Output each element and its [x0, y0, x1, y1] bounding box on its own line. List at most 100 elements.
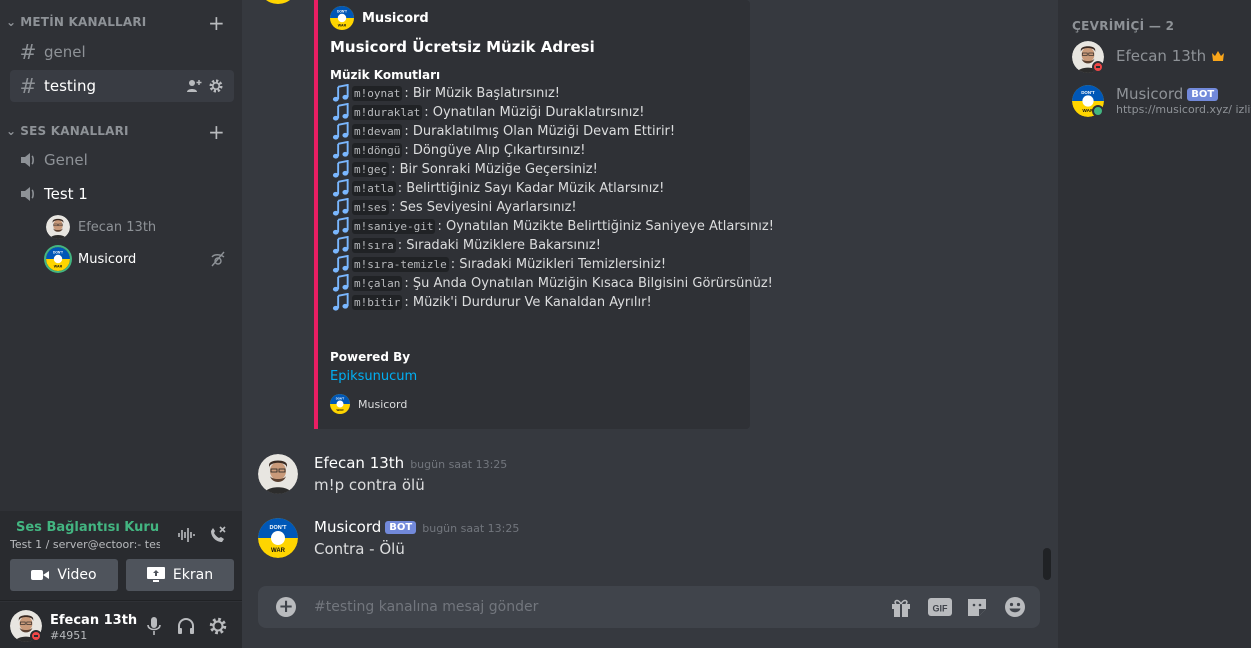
message-timestamp: bugün saat 13:25 [422, 522, 520, 535]
member-activity: https://musicord.xyz/ izliy [1116, 103, 1251, 116]
gear-icon[interactable] [208, 78, 224, 94]
screen-share-button[interactable]: Ekran [126, 559, 234, 591]
command-description: : Bir Müzik Başlatırsınız! [404, 86, 560, 101]
speaker-icon [18, 184, 38, 204]
embed-title: Musicord Ücretsiz Müzik Adresi [330, 38, 595, 56]
music-note-icon [330, 274, 352, 293]
message-text: Contra - Ölü [314, 540, 405, 558]
bot-avatar[interactable] [258, 0, 298, 4]
command-line: m!atla: Belirttiğiniz Sayı Kadar Müzik A… [330, 179, 774, 198]
sticker-icon[interactable] [966, 596, 988, 618]
speaker-icon [18, 150, 38, 170]
command-code: m!atla [352, 181, 396, 196]
music-note-icon [330, 122, 352, 141]
music-note-icon [330, 179, 352, 198]
disconnect-icon[interactable] [208, 525, 228, 545]
video-button[interactable]: Video [10, 559, 118, 591]
chevron-down-icon: ⌄ [6, 15, 17, 29]
dnd-status-icon [1092, 61, 1104, 73]
command-code: m!duraklat [352, 105, 423, 120]
voice-channel-test-1[interactable]: Test 1 [10, 178, 234, 210]
channel-genel[interactable]: # genel [10, 36, 234, 68]
online-header: ÇEVRİMİÇİ — 2 [1072, 19, 1175, 33]
add-channel-icon[interactable]: + [208, 11, 225, 35]
add-channel-icon[interactable]: + [208, 120, 225, 144]
embed-author-avatar [330, 6, 354, 30]
command-description: : Oynatılan Müziği Duraklatırsınız! [424, 105, 645, 120]
channel-testing[interactable]: # testing [10, 70, 234, 102]
member-list: ÇEVRİMİÇİ — 2 Efecan 13th Musicord BOT ht… [1058, 0, 1251, 648]
avatar [46, 215, 70, 239]
avatar[interactable] [258, 518, 298, 558]
message-timestamp: bugün saat 13:25 [410, 458, 508, 471]
command-line: m!çalan: Şu Anda Oynatılan Müziğin Kısac… [330, 274, 774, 293]
command-line: m!oynat: Bir Müzik Başlatırsınız! [330, 84, 774, 103]
emoji-icon[interactable] [1004, 596, 1026, 618]
svg-text:GIF: GIF [933, 604, 949, 614]
music-note-icon [330, 217, 352, 236]
command-code: m!saniye-git [352, 219, 436, 234]
camera-icon [31, 570, 50, 580]
chat-area: Musicord Musicord Ücretsiz Müzik Adresi … [242, 0, 1058, 648]
command-line: m!ses: Ses Seviyesini Ayarlarsınız! [330, 198, 774, 217]
settings-gear-icon[interactable] [208, 616, 228, 636]
command-line: m!bitir: Müzik'i Durdurur Ve Kanaldan Ay… [330, 293, 774, 312]
music-note-icon [330, 160, 352, 179]
voice-channel-genel[interactable]: Genel [10, 144, 234, 176]
command-code: m!devam [352, 124, 403, 139]
hash-icon: # [19, 74, 37, 98]
embed-field-name: Müzik Komutları [330, 68, 441, 82]
gif-icon[interactable]: GIF [928, 597, 952, 617]
voice-user-musicord[interactable]: Musicord [46, 247, 225, 271]
embed-footer: Musicord [330, 394, 407, 414]
command-description: : Sıradaki Müziklere Bakarsınız! [397, 238, 601, 253]
command-code: m!ses [352, 200, 390, 215]
command-code: m!çalan [352, 276, 403, 291]
noise-suppression-icon[interactable] [176, 525, 196, 545]
hash-icon: # [19, 40, 37, 64]
category-label: SES KANALLARI [20, 124, 129, 138]
message-author[interactable]: Musicord BOT bugün saat 13:25 [314, 518, 519, 536]
command-list: m!oynat: Bir Müzik Başlatırsınız! m!durak… [330, 84, 774, 312]
username: Efecan 13th [50, 613, 138, 628]
music-note-icon [330, 198, 352, 217]
voice-subtitle[interactable]: Test 1 / server@ectoor:- tes... [10, 538, 160, 551]
command-description: : Duraklatılmış Olan Müziği Devam Ettiri… [404, 124, 676, 139]
category-voice-channels[interactable]: ⌄ SES KANALLARI + [6, 120, 242, 144]
member-musicord[interactable]: Musicord BOT https://musicord.xyz/ izliy [1072, 85, 1251, 125]
chevron-down-icon: ⌄ [6, 124, 17, 138]
voice-user-name: Efecan 13th [78, 219, 157, 235]
command-line: m!saniye-git: Oynatılan Müzikte Belirtti… [330, 217, 774, 236]
add-attachment-icon[interactable]: + [276, 597, 296, 617]
command-code: m!sıra-temizle [352, 257, 449, 272]
microphone-icon[interactable] [146, 616, 162, 636]
avatar [46, 247, 70, 271]
member-efecan[interactable]: Efecan 13th [1072, 41, 1251, 81]
bot-badge: BOT [1187, 88, 1219, 101]
online-status-icon [1092, 105, 1104, 117]
command-description: : Ses Seviyesini Ayarlarsınız! [391, 200, 577, 215]
message-input[interactable] [312, 594, 872, 620]
powered-by-link[interactable]: Epiksunucum [330, 369, 417, 384]
voice-status[interactable]: Ses Bağlantısı Kuruldu [12, 520, 160, 535]
avatar[interactable] [258, 454, 298, 494]
screen-share-icon [146, 567, 165, 582]
user-panel: Efecan 13th #4951 [0, 602, 242, 648]
command-line: m!geç: Bir Sonraki Müziğe Geçersiniz! [330, 160, 774, 179]
command-line: m!devam: Duraklatılmış Olan Müziği Devam… [330, 122, 774, 141]
message-text: m!p contra ölü [314, 476, 425, 494]
message-author[interactable]: Efecan 13th bugün saat 13:25 [314, 454, 507, 472]
voice-user-efecan[interactable]: Efecan 13th [46, 215, 156, 239]
invite-icon[interactable] [186, 78, 202, 94]
category-text-channels[interactable]: ⌄ METİN KANALLARI + [6, 11, 242, 35]
channel-label: Genel [44, 151, 88, 169]
command-line: m!sıra-temizle: Sıradaki Müzikleri Temiz… [330, 255, 774, 274]
music-note-icon [330, 84, 352, 103]
voice-user-name: Musicord [78, 251, 137, 267]
gift-icon[interactable] [890, 596, 912, 618]
scrollbar[interactable] [1043, 548, 1051, 580]
channel-sidebar: ⌄ METİN KANALLARI + # genel # testing ⌄ … [0, 0, 242, 648]
command-description: : Belirttiğiniz Sayı Kadar Müzik Atlarsı… [397, 181, 665, 196]
headphones-icon[interactable] [176, 616, 196, 636]
command-description: : Oynatılan Müzikte Belirttiğiniz Saniye… [437, 219, 774, 234]
